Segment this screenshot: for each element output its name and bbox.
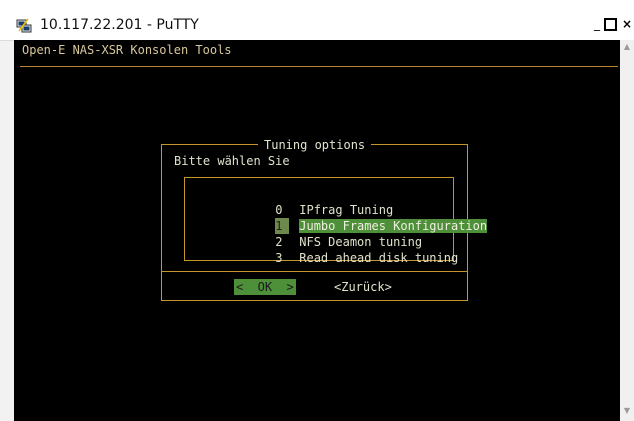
putty-window: 10.117.22.201 - PuTTY _ × Open-E NAS-XSR… <box>0 0 634 421</box>
close-button[interactable]: × <box>620 17 634 31</box>
title-bar: 10.117.22.201 - PuTTY _ × <box>0 0 634 41</box>
scroll-up-arrow-icon[interactable]: ▲ <box>620 42 634 52</box>
ok-button[interactable]: < OK > <box>234 279 296 295</box>
dialog-divider <box>162 271 467 272</box>
tuning-options-dialog: Tuning options Bitte wählen Sie 0 IPfrag … <box>161 137 488 301</box>
window-title: 10.117.22.201 - PuTTY <box>40 17 199 33</box>
menu-item-read-ahead[interactable]: 3 Read ahead disk tuning <box>203 234 458 265</box>
menu-item-jumbo-frames[interactable]: 1 Jumbo Frames Konfiguration <box>203 202 488 234</box>
options-list: 0 IPfrag Tuning 1 Jumbo Frames Konfigurati… <box>184 177 488 265</box>
menu-item-nfs-deamon[interactable]: 2 NFS Deamon tuning <box>203 218 422 249</box>
dialog-title: Tuning options <box>258 137 372 153</box>
vertical-scrollbar[interactable]: ▲ ▼ <box>620 40 634 421</box>
terminal-screen[interactable]: Open-E NAS-XSR Konsolen Tools Tuning opt… <box>14 40 620 421</box>
back-button[interactable]: <Zurück> <box>334 279 392 295</box>
maximize-button[interactable] <box>604 18 617 31</box>
menu-item-label: Read ahead disk tuning <box>299 251 459 265</box>
menu-item-ipfrag[interactable]: 0 IPfrag Tuning <box>203 186 393 217</box>
minimize-button[interactable]: _ <box>590 17 604 31</box>
scroll-down-arrow-icon[interactable]: ▼ <box>620 406 634 416</box>
console-header: Open-E NAS-XSR Konsolen Tools <box>22 43 232 57</box>
putty-icon <box>16 18 32 33</box>
dialog-prompt: Bitte wählen Sie <box>174 154 290 168</box>
header-divider <box>20 66 618 67</box>
menu-item-number: 3 <box>275 251 283 265</box>
